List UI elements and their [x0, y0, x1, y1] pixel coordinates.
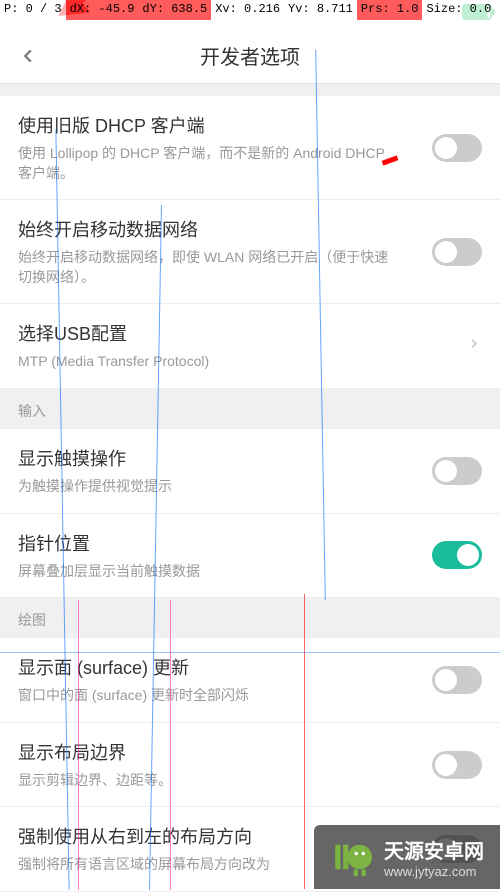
- section-header-input: 输入: [0, 389, 500, 429]
- page-title: 开发者选项: [0, 41, 500, 70]
- item-title: 始终开启移动数据网络: [18, 216, 482, 242]
- debug-pointer-count: P: 0 / 3: [0, 0, 66, 20]
- item-desc: 窗口中的面 (surface) 更新时全部闪烁: [18, 686, 398, 706]
- toggle-switch[interactable]: [432, 666, 482, 694]
- toggle-switch[interactable]: [432, 541, 482, 569]
- toggle-switch[interactable]: [432, 457, 482, 485]
- back-button[interactable]: [0, 28, 56, 84]
- touch-crosshair-horizontal: [0, 652, 500, 653]
- item-desc: 始终开启移动数据网络，即使 WLAN 网络已开启（便于快速切换网络）。: [18, 248, 398, 287]
- item-title: 选择USB配置: [18, 320, 482, 346]
- toggle-switch[interactable]: [432, 134, 482, 162]
- watermark-url: www.jytyaz.com: [384, 864, 484, 879]
- debug-size: Size: 0.0: [422, 0, 495, 20]
- setting-mobile-data-always-on[interactable]: 始终开启移动数据网络 始终开启移动数据网络，即使 WLAN 网络已开启（便于快速…: [0, 200, 500, 304]
- chevron-right-icon: [466, 336, 482, 357]
- debug-yv: Yv: 8.711: [284, 0, 357, 20]
- pointer-location-debug-bar: P: 0 / 3 dX: -45.9 dY: 638.5 Xv: 0.216 Y…: [0, 0, 500, 20]
- item-desc: MTP (Media Transfer Protocol): [18, 352, 398, 372]
- debug-prs: Prs: 1.0: [357, 0, 423, 20]
- toggle-switch[interactable]: [432, 238, 482, 266]
- item-title: 显示触摸操作: [18, 445, 482, 471]
- setting-legacy-dhcp[interactable]: 使用旧版 DHCP 客户端 使用 Lollipop 的 DHCP 客户端，而不是…: [0, 96, 500, 200]
- item-title: 指针位置: [18, 530, 482, 556]
- debug-dx: dX: -45.9: [66, 0, 139, 20]
- setting-usb-config[interactable]: 选择USB配置 MTP (Media Transfer Protocol): [0, 304, 500, 389]
- item-desc: 使用 Lollipop 的 DHCP 客户端，而不是新的 Android DHC…: [18, 144, 398, 183]
- watermark-title: 天源安卓网: [384, 835, 484, 864]
- toggle-switch[interactable]: [432, 751, 482, 779]
- app-header: 开发者选项: [0, 28, 500, 84]
- watermark-logo-icon: [330, 836, 372, 878]
- item-desc: 屏幕叠加层显示当前触摸数据: [18, 562, 398, 582]
- item-title: 显示布局边界: [18, 739, 482, 765]
- chevron-left-icon: [17, 45, 39, 67]
- setting-pointer-location[interactable]: 指针位置 屏幕叠加层显示当前触摸数据: [0, 514, 500, 599]
- watermark-badge: 天源安卓网 www.jytyaz.com: [314, 825, 500, 889]
- setting-show-surface-updates[interactable]: 显示面 (surface) 更新 窗口中的面 (surface) 更新时全部闪烁: [0, 638, 500, 723]
- item-title: 显示面 (surface) 更新: [18, 654, 482, 680]
- debug-dy: dY: 638.5: [138, 0, 211, 20]
- item-title: 使用旧版 DHCP 客户端: [18, 112, 482, 138]
- section-header-drawing: 绘图: [0, 598, 500, 638]
- item-desc: 为触摸操作提供视觉提示: [18, 477, 398, 497]
- item-desc: 显示剪辑边界、边距等。: [18, 771, 398, 791]
- settings-list: 使用旧版 DHCP 客户端 使用 Lollipop 的 DHCP 客户端，而不是…: [0, 96, 500, 892]
- setting-show-layout-bounds[interactable]: 显示布局边界 显示剪辑边界、边距等。: [0, 723, 500, 808]
- setting-show-touches[interactable]: 显示触摸操作 为触摸操作提供视觉提示: [0, 429, 500, 514]
- debug-xv: Xv: 0.216: [211, 0, 284, 20]
